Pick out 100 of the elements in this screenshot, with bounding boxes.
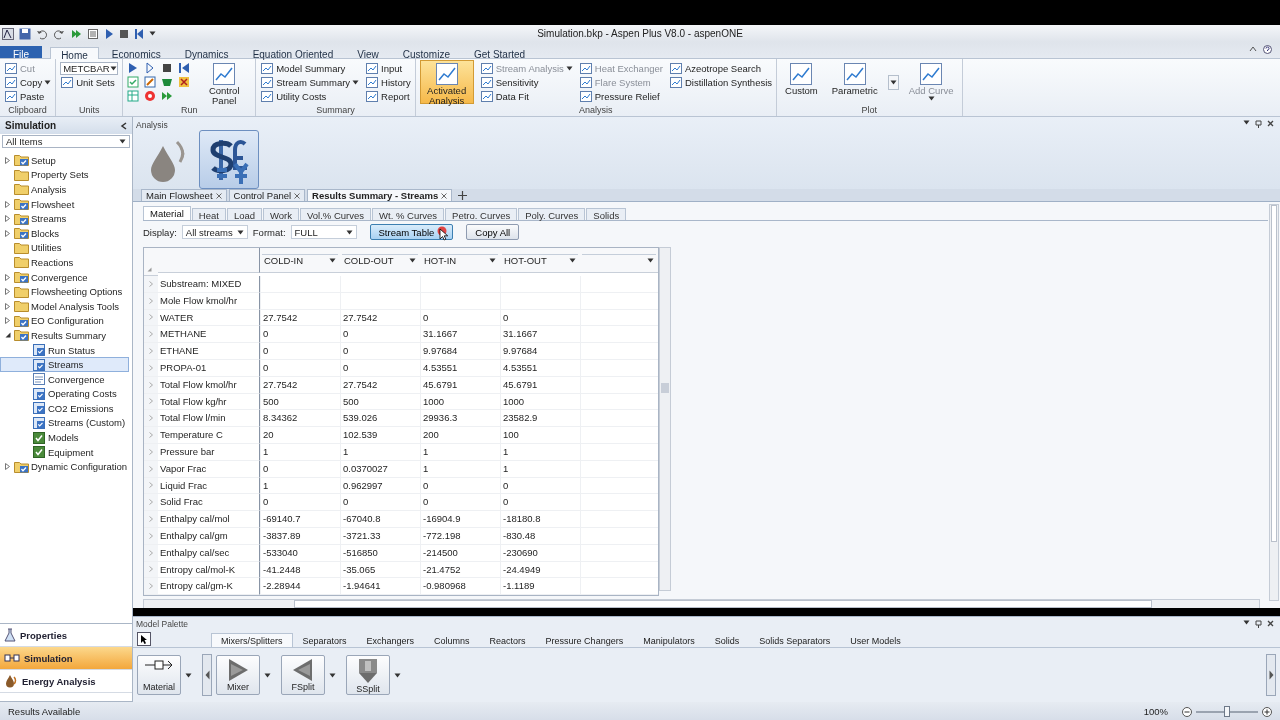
document-tab[interactable]: Results Summary - Streams	[307, 189, 453, 201]
tree-item[interactable]: Streams	[0, 357, 129, 372]
ribbon-tab[interactable]: View	[346, 46, 390, 58]
navigation-button[interactable]: Energy Analysis	[0, 670, 132, 693]
palette-tab[interactable]: Reactors	[479, 633, 536, 647]
sheet-tab[interactable]: Vol.% Curves	[300, 208, 372, 220]
close-icon[interactable]	[1267, 120, 1274, 127]
expand-arrow-icon[interactable]	[5, 317, 10, 325]
tree-item[interactable]: Streams	[0, 211, 129, 226]
next-icon[interactable]	[161, 90, 174, 102]
ribbon-button[interactable]: Paste	[4, 89, 52, 103]
tree-item[interactable]: Reactions	[0, 255, 129, 270]
sheet-tab[interactable]: Petro. Curves	[445, 208, 518, 220]
close-icon[interactable]	[1267, 620, 1274, 627]
expand-arrow-icon[interactable]	[5, 215, 10, 223]
redo-icon[interactable]	[53, 27, 65, 40]
sheet-tab[interactable]: Heat	[191, 208, 226, 220]
ribbon-tab[interactable]: Equation Oriented	[241, 46, 345, 58]
lifebuoy-icon[interactable]	[144, 90, 157, 102]
model-button[interactable]: SSplit	[346, 655, 390, 695]
palette-tab[interactable]: Manipulators	[633, 633, 705, 647]
zoom-slider-thumb[interactable]	[1224, 705, 1230, 717]
help-icon[interactable]	[1263, 45, 1272, 54]
scroll-right-button[interactable]	[1266, 654, 1276, 696]
ribbon-button[interactable]: History	[365, 75, 411, 89]
tree-item[interactable]: Operating Costs	[0, 386, 129, 402]
scroll-left-button[interactable]	[202, 654, 212, 696]
reset-icon[interactable]	[178, 62, 191, 74]
palette-tab[interactable]: User Models	[840, 633, 911, 647]
ribbon-button[interactable]: Parametric	[827, 60, 882, 104]
expand-arrow-icon[interactable]	[5, 156, 10, 164]
tree-item[interactable]: Results Summary	[0, 328, 129, 343]
palette-tab[interactable]: Columns	[424, 633, 480, 647]
expand-arrow-icon[interactable]	[5, 200, 10, 208]
tree-item[interactable]: Utilities	[0, 240, 129, 256]
pointer-tool-button[interactable]	[137, 632, 151, 646]
expand-arrow-icon[interactable]	[5, 463, 10, 471]
select-all-icon[interactable]	[147, 267, 152, 272]
ribbon-button[interactable]: Pressure Relief	[578, 89, 663, 103]
edit-icon[interactable]	[144, 76, 157, 88]
ribbon-button[interactable]: Distillation Synthesis	[668, 75, 773, 89]
expand-arrow-icon[interactable]	[5, 229, 10, 237]
model-button[interactable]: Material	[137, 655, 181, 695]
document-tab[interactable]: Control Panel	[228, 189, 306, 201]
document-tab[interactable]: Main Flowsheet	[141, 189, 227, 201]
tree-item[interactable]: Flowsheet	[0, 196, 129, 212]
tree-item[interactable]: EO Configuration	[0, 313, 129, 329]
toolbar-button[interactable]: Copy All	[466, 224, 520, 240]
expand-arrow-icon[interactable]	[5, 302, 10, 310]
unit-set-dropdown[interactable]: METCBAR	[60, 61, 119, 75]
collapse-panel-icon[interactable]	[120, 121, 127, 130]
tree-item[interactable]: Models	[0, 430, 129, 445]
sheet-tab[interactable]: Wt. % Curves	[372, 208, 445, 220]
ribbon-button[interactable]: Sensitivity	[479, 75, 573, 89]
app-logo-icon[interactable]	[2, 27, 14, 40]
format-dropdown[interactable]: FULL	[290, 225, 357, 239]
tree-item[interactable]: Run Status	[0, 342, 129, 358]
ribbon-tab[interactable]: Home	[50, 47, 99, 59]
tree-item[interactable]: Convergence	[0, 371, 129, 387]
list-icon[interactable]	[87, 27, 99, 40]
palette-tab[interactable]: Pressure Changers	[535, 633, 634, 647]
tree-item[interactable]: Equipment	[0, 444, 129, 460]
ribbon-button[interactable]: Stream Summary	[260, 75, 360, 89]
close-icon[interactable]	[441, 192, 448, 199]
tree-item[interactable]: Model Analysis Tools	[0, 298, 129, 314]
palette-tab[interactable]: Exchangers	[356, 633, 425, 647]
model-button[interactable]: FSplit	[281, 655, 325, 695]
ribbon-button[interactable]: Input	[365, 61, 411, 75]
ribbon-button[interactable]: Activated Analysis	[419, 60, 474, 104]
sheet-tab[interactable]: Solids	[586, 208, 627, 220]
collapse-arrow-icon[interactable]	[4, 332, 11, 339]
ribbon-button[interactable]: Copy	[4, 75, 52, 89]
display-dropdown[interactable]: All streams	[181, 225, 248, 239]
new-tab-icon[interactable]	[458, 190, 468, 200]
sheet-tab[interactable]: Load	[226, 208, 262, 220]
pin-icon[interactable]	[1255, 620, 1262, 628]
tree-item[interactable]: Setup	[0, 153, 129, 168]
model-button[interactable]: Mixer	[216, 655, 260, 695]
tree-item[interactable]: Blocks	[0, 225, 129, 241]
ribbon-button[interactable]: Custom	[781, 60, 822, 104]
stop-icon[interactable]	[119, 27, 129, 40]
ribbon-tab[interactable]: Customize	[391, 46, 461, 58]
tree-item[interactable]: Convergence	[0, 269, 129, 285]
ribbon-button[interactable]: Data Fit	[479, 89, 573, 103]
tree-item[interactable]: Streams (Custom)	[0, 415, 129, 431]
close-icon[interactable]	[215, 192, 222, 199]
zoom-in-icon[interactable]	[1262, 706, 1272, 717]
palette-tab[interactable]: Solids	[704, 633, 750, 647]
tree-item[interactable]: Analysis	[0, 182, 129, 197]
tree-item[interactable]: CO2 Emissions	[0, 401, 129, 416]
check-icon[interactable]	[127, 76, 140, 88]
save-icon[interactable]	[19, 27, 31, 40]
expand-arrow-icon[interactable]	[5, 288, 10, 296]
ribbon-tab[interactable]: Economics	[100, 46, 172, 58]
expand-arrow-icon[interactable]	[5, 273, 10, 281]
ribbon-button[interactable]: Control Panel	[197, 60, 252, 104]
next-icon[interactable]	[70, 27, 82, 40]
sheet-tab[interactable]: Work	[263, 208, 299, 220]
ribbon-tab[interactable]: Get Started	[463, 46, 537, 58]
toolbar-button[interactable]: Stream Table	[369, 224, 454, 240]
